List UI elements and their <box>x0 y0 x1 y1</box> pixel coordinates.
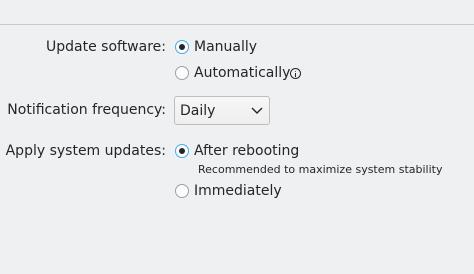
apply-after-rebooting-radio[interactable] <box>175 144 189 158</box>
update-automatically-radio[interactable] <box>175 66 189 80</box>
after-rebooting-hint: Recommended to maximize system stability <box>198 163 443 176</box>
update-manually-radio[interactable] <box>175 40 189 54</box>
apply-after-rebooting-label[interactable]: After rebooting <box>194 142 299 160</box>
header-divider <box>0 24 474 25</box>
apply-immediately-label[interactable]: Immediately <box>194 182 282 200</box>
update-automatically-label[interactable]: Automatically <box>194 64 290 82</box>
update-manually-label[interactable]: Manually <box>194 38 257 56</box>
update-software-label: Update software: <box>46 39 166 55</box>
apply-immediately-radio[interactable] <box>175 184 189 198</box>
notification-frequency-label: Notification frequency: <box>7 102 166 118</box>
apply-updates-label: Apply system updates: <box>5 143 166 159</box>
notification-frequency-value: Daily <box>180 103 216 119</box>
chevron-down-icon <box>251 107 263 114</box>
info-icon[interactable] <box>290 68 301 79</box>
notification-frequency-combobox[interactable]: Daily <box>174 96 270 125</box>
